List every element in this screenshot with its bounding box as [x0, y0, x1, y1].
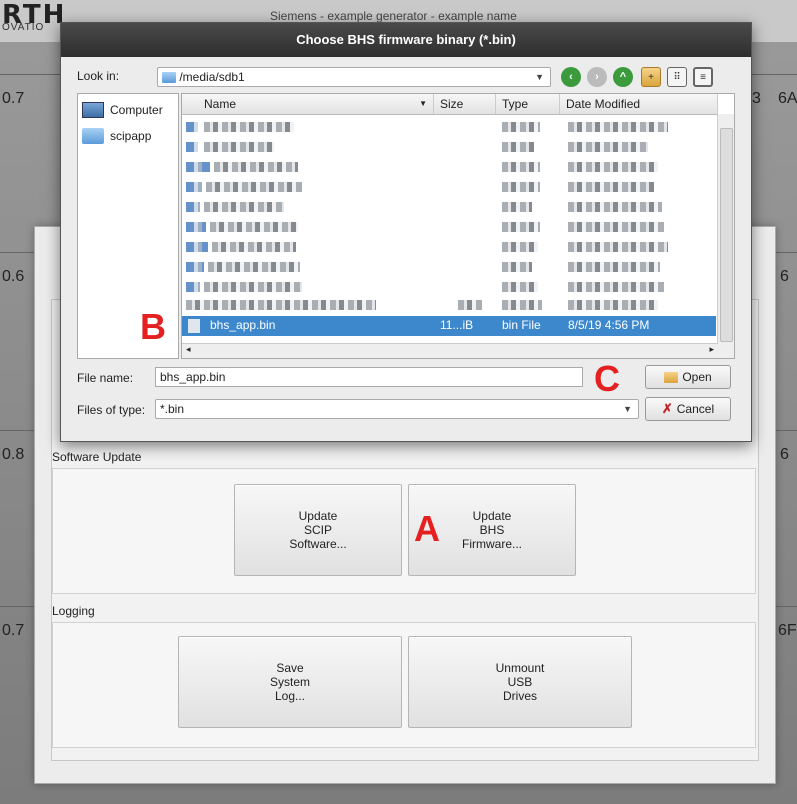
place-label: Computer: [110, 103, 163, 117]
file-list-header: Name ▼ Size Type Date Modified: [182, 94, 718, 115]
chevron-down-icon: ▼: [535, 72, 544, 82]
cancel-icon: ✗: [661, 401, 673, 416]
bg-value: 6A: [778, 90, 797, 107]
software-update-section: [52, 468, 756, 594]
bg-value: 0.6: [2, 268, 25, 285]
files-of-type-value: *.bin: [160, 402, 185, 416]
scrollbar-thumb[interactable]: [720, 128, 733, 342]
place-scipapp[interactable]: scipapp: [82, 128, 151, 144]
list-item[interactable]: [182, 178, 716, 196]
bg-value: 6: [780, 446, 789, 463]
selected-file-type: bin File: [502, 318, 541, 332]
bg-value: 0.8: [2, 446, 25, 463]
look-in-value: /media/sdb1: [179, 70, 245, 84]
forward-icon[interactable]: ›: [587, 67, 607, 87]
up-folder-icon[interactable]: ^: [613, 67, 633, 87]
files-of-type-combo[interactable]: *.bin ▼: [155, 399, 639, 419]
folder-icon: [82, 128, 104, 144]
list-item[interactable]: [182, 138, 716, 156]
scroll-left-icon[interactable]: ◂: [186, 344, 191, 355]
back-icon[interactable]: ‹: [561, 67, 581, 87]
list-item[interactable]: [182, 238, 716, 256]
files-of-type-label: Files of type:: [77, 403, 146, 417]
place-computer[interactable]: Computer: [82, 102, 163, 118]
bg-value: 3: [752, 90, 761, 107]
look-in-label: Look in:: [77, 69, 120, 83]
cancel-label: Cancel: [676, 402, 715, 416]
bg-value: 0.7: [2, 90, 25, 107]
computer-icon: [82, 102, 104, 118]
update-scip-button[interactable]: Update SCIP Software...: [234, 484, 402, 576]
bg-value: 6F: [778, 622, 797, 639]
look-in-combo[interactable]: /media/sdb1 ▼: [157, 67, 551, 87]
software-update-label: Software Update: [52, 450, 142, 464]
detail-view-icon[interactable]: ≡: [693, 67, 713, 87]
annotation-c: C: [594, 358, 620, 399]
open-button[interactable]: Open: [645, 365, 731, 389]
app-logo-sub: OVATIO: [2, 22, 45, 33]
selected-file-name: bhs_app.bin: [210, 318, 276, 332]
place-label: scipapp: [110, 129, 152, 143]
column-date-modified[interactable]: Date Modified: [560, 94, 718, 114]
list-item[interactable]: [182, 118, 716, 136]
list-item[interactable]: [182, 278, 716, 296]
list-item[interactable]: [182, 218, 716, 236]
logging-section: [52, 622, 756, 748]
folder-icon: [162, 72, 176, 84]
bg-value: 0.7: [2, 622, 25, 639]
vertical-scrollbar[interactable]: [717, 114, 734, 358]
column-type[interactable]: Type: [496, 94, 560, 114]
selected-file-row[interactable]: bhs_app.bin 11...iB bin File 8/5/19 4:56…: [182, 316, 716, 336]
logging-label: Logging: [52, 604, 95, 618]
column-label: Name: [204, 97, 237, 111]
annotation-a: A: [414, 508, 440, 549]
column-size[interactable]: Size: [434, 94, 496, 114]
unmount-usb-drives-button[interactable]: Unmount USB Drives: [408, 636, 632, 728]
bg-value: 6: [780, 268, 789, 285]
annotation-b: B: [140, 306, 166, 347]
list-item[interactable]: [182, 158, 716, 176]
file-icon: [188, 319, 200, 333]
list-item[interactable]: [182, 258, 716, 276]
file-name-label: File name:: [77, 371, 134, 385]
cancel-button[interactable]: ✗ Cancel: [645, 397, 731, 421]
background-subtitle: Siemens - example generator - example na…: [270, 9, 517, 23]
dialog-title: Choose BHS firmware binary (*.bin): [61, 23, 751, 57]
file-list: Name ▼ Size Type Date Modified bhs_app.b…: [181, 93, 735, 359]
folder-open-icon: [664, 371, 679, 383]
file-name-input[interactable]: bhs_app.bin: [155, 367, 583, 387]
scroll-right-icon[interactable]: ▸: [709, 344, 714, 355]
sort-down-icon: ▼: [419, 99, 427, 108]
list-item[interactable]: [182, 198, 716, 216]
column-name[interactable]: Name ▼: [182, 94, 434, 114]
save-system-log-button[interactable]: Save System Log...: [178, 636, 402, 728]
list-item[interactable]: [182, 296, 716, 314]
chevron-down-icon: ▼: [623, 404, 632, 414]
selected-file-date: 8/5/19 4:56 PM: [568, 318, 650, 332]
open-label: Open: [682, 370, 712, 384]
new-folder-icon[interactable]: +: [641, 67, 661, 87]
file-dialog: Choose BHS firmware binary (*.bin) Look …: [60, 22, 752, 442]
horizontal-scrollbar[interactable]: ◂ ▸: [182, 343, 718, 358]
list-view-icon[interactable]: ⠿: [667, 67, 687, 87]
selected-file-size: 11...iB: [440, 318, 474, 332]
